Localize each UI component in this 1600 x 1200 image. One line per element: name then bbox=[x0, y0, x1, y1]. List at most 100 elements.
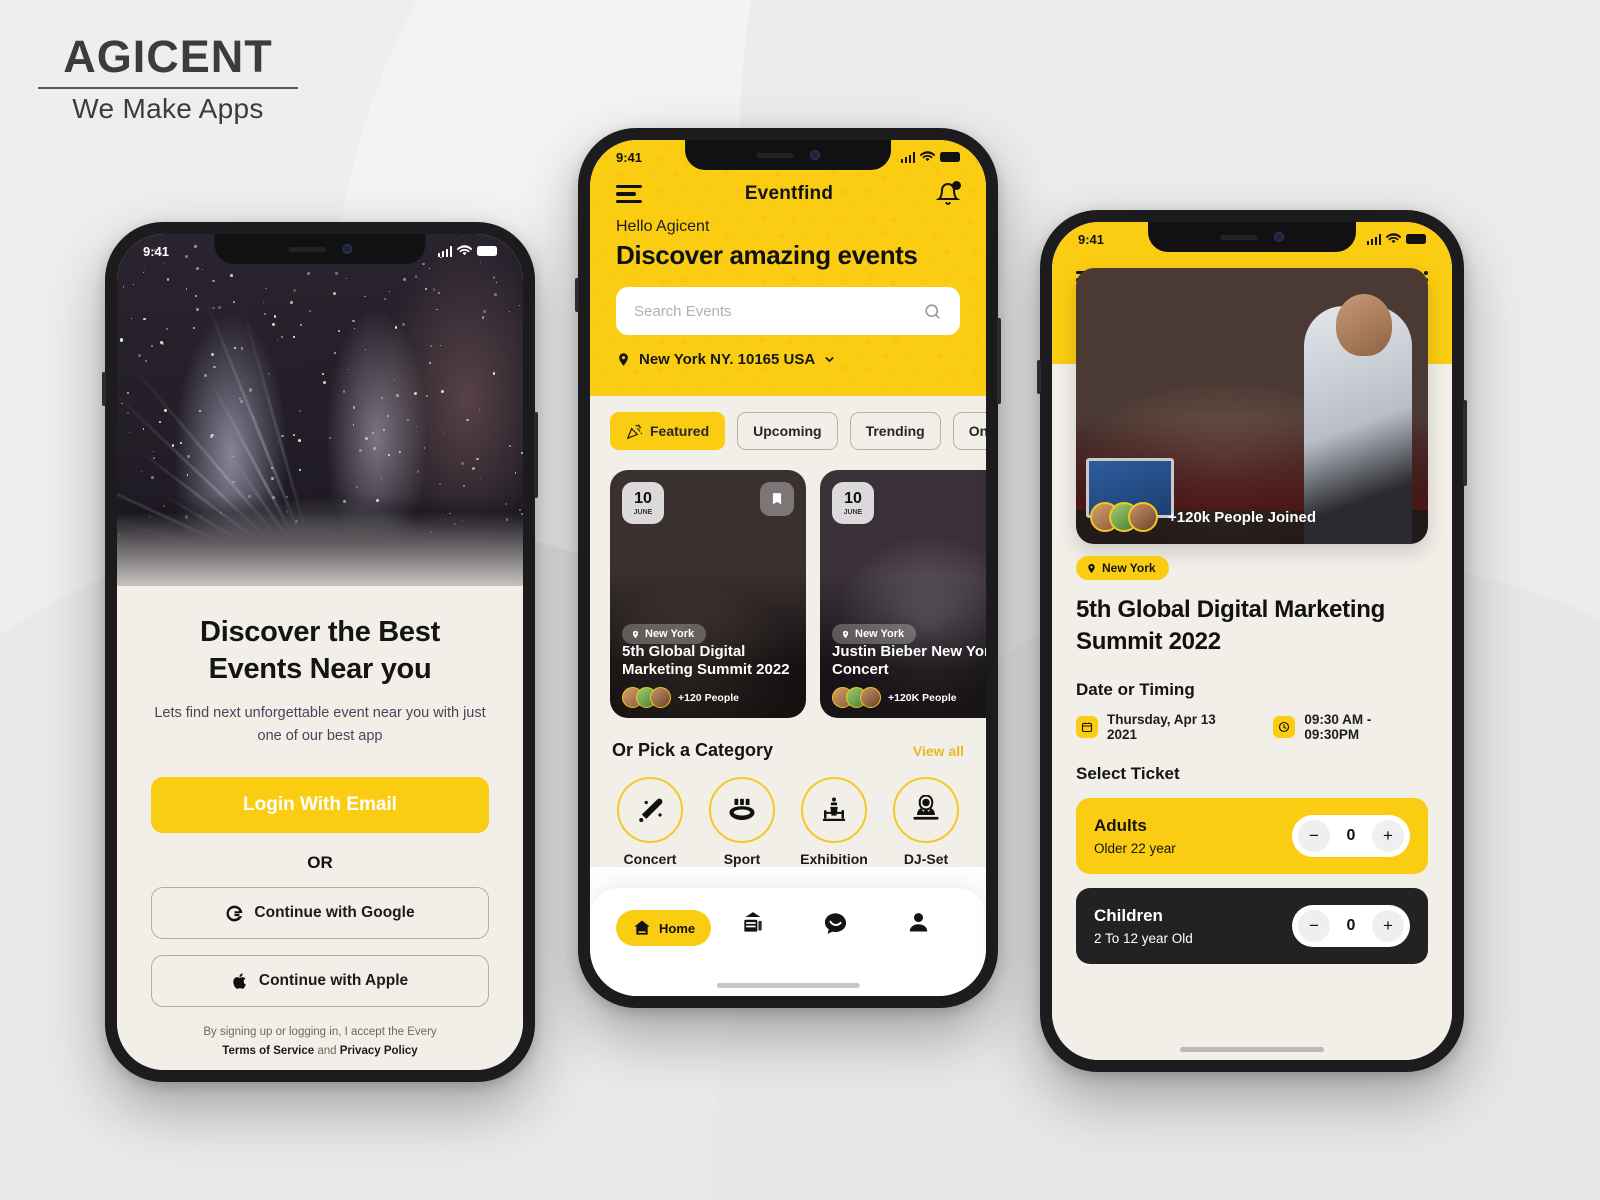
attendee-row: +120 People bbox=[622, 687, 739, 708]
location-label: New York NY. 10165 USA bbox=[639, 351, 815, 368]
category-row: Concert Sport Exhibition DJ-Set bbox=[590, 761, 986, 867]
ticket-row-adults[interactable]: Adults Older 22 year − 0 + bbox=[1076, 798, 1428, 874]
microphone-icon bbox=[635, 795, 665, 825]
date-month: JUNE bbox=[844, 509, 863, 516]
location-selector[interactable]: New York NY. 10165 USA bbox=[616, 351, 960, 368]
logo-tagline: We Make Apps bbox=[38, 93, 298, 125]
ticket-desc: Older 22 year bbox=[1094, 841, 1176, 856]
battery-icon bbox=[940, 152, 960, 162]
logo-wordmark: AGICENT bbox=[38, 34, 298, 85]
status-indicators bbox=[1367, 233, 1427, 245]
map-pin-icon bbox=[1086, 562, 1097, 575]
privacy-policy-link[interactable]: Privacy Policy bbox=[340, 1045, 418, 1057]
category-ring bbox=[893, 777, 959, 843]
chip-featured[interactable]: Featured bbox=[610, 412, 725, 450]
category-label: Sport bbox=[704, 851, 780, 867]
phone-mockup-home: 9:41 Eventfind Hello Agicent Discover am… bbox=[578, 128, 998, 1008]
speaker-head bbox=[1336, 294, 1392, 356]
speaker-icon bbox=[288, 247, 326, 252]
event-date: Thursday, Apr 13 2021 bbox=[1076, 712, 1247, 742]
decrement-button[interactable]: − bbox=[1298, 910, 1330, 942]
map-pin-icon bbox=[841, 629, 850, 640]
google-icon bbox=[225, 904, 244, 923]
party-popper-icon bbox=[626, 423, 643, 440]
category-sport[interactable]: Sport bbox=[704, 777, 780, 867]
search-box[interactable] bbox=[616, 287, 960, 335]
increment-button[interactable]: + bbox=[1372, 820, 1404, 852]
map-pin-icon bbox=[631, 629, 640, 640]
continue-with-google-button[interactable]: Continue with Google bbox=[151, 887, 489, 939]
event-card[interactable]: 10 JUNE New York Justin Bieber New York … bbox=[820, 470, 986, 718]
search-input[interactable] bbox=[634, 303, 923, 320]
date-badge: 10 JUNE bbox=[832, 482, 874, 524]
login-with-email-button[interactable]: Login With Email bbox=[151, 777, 489, 833]
category-heading: Or Pick a Category bbox=[612, 740, 773, 761]
category-concert[interactable]: Concert bbox=[612, 777, 688, 867]
date-section-heading: Date or Timing bbox=[1076, 680, 1428, 700]
view-all-link[interactable]: View all bbox=[913, 743, 964, 759]
date-month: JUNE bbox=[634, 509, 653, 516]
bell-icon[interactable] bbox=[936, 182, 960, 206]
tab-tickets[interactable] bbox=[711, 910, 794, 936]
category-label: Exhibition bbox=[796, 851, 872, 867]
chip-online-events[interactable]: Online E bbox=[953, 412, 986, 450]
quantity-stepper-adults[interactable]: − 0 + bbox=[1292, 815, 1410, 857]
chip-upcoming[interactable]: Upcoming bbox=[737, 412, 837, 450]
category-dj-set[interactable]: DJ-Set bbox=[888, 777, 964, 867]
legal-text: By signing up or logging in, I accept th… bbox=[151, 1023, 489, 1060]
category-label: Concert bbox=[612, 851, 688, 867]
event-time-label: 09:30 AM - 09:30PM bbox=[1304, 712, 1428, 742]
device-notch bbox=[1148, 222, 1356, 252]
status-time: 9:41 bbox=[616, 150, 642, 165]
signal-icon bbox=[1367, 234, 1382, 245]
status-indicators bbox=[901, 151, 961, 163]
chevron-down-icon bbox=[823, 353, 836, 366]
screen-concert-details: 9:41 Concert Details bbox=[1052, 222, 1452, 1060]
chip-label: Trending bbox=[866, 423, 925, 439]
filter-chip-row: Featured Upcoming Trending Online E bbox=[590, 412, 986, 450]
ticket-info: Adults Older 22 year bbox=[1094, 816, 1176, 856]
chip-label: Featured bbox=[650, 423, 709, 439]
signal-icon bbox=[901, 152, 916, 163]
signal-icon bbox=[438, 246, 453, 257]
attendee-count: +120K People bbox=[888, 692, 957, 704]
tab-chat[interactable] bbox=[794, 910, 877, 937]
date-day: 10 bbox=[634, 491, 652, 507]
screen-home: 9:41 Eventfind Hello Agicent Discover am… bbox=[590, 140, 986, 996]
tab-profile[interactable] bbox=[877, 910, 960, 935]
chip-trending[interactable]: Trending bbox=[850, 412, 941, 450]
details-scroll-content: New York 5th Global Digital Marketing Su… bbox=[1076, 556, 1428, 1060]
quantity-stepper-children[interactable]: − 0 + bbox=[1292, 905, 1410, 947]
category-ring bbox=[617, 777, 683, 843]
decrement-button[interactable]: − bbox=[1298, 820, 1330, 852]
bottom-tab-bar: Home bbox=[590, 888, 986, 996]
logo-divider bbox=[38, 87, 298, 89]
terms-of-service-link[interactable]: Terms of Service bbox=[222, 1045, 314, 1057]
battery-icon bbox=[477, 246, 497, 256]
status-time: 9:41 bbox=[1078, 232, 1104, 247]
front-camera-icon bbox=[1274, 232, 1284, 242]
event-card[interactable]: 10 JUNE New York 5th Global Digital Mark… bbox=[610, 470, 806, 718]
search-icon[interactable] bbox=[923, 302, 942, 321]
chat-icon bbox=[822, 910, 849, 937]
ticket-section-heading: Select Ticket bbox=[1076, 764, 1428, 784]
agicent-logo: AGICENT We Make Apps bbox=[38, 34, 298, 125]
home-content: Featured Upcoming Trending Online E 10 J… bbox=[590, 396, 986, 867]
increment-button[interactable]: + bbox=[1372, 910, 1404, 942]
bookmark-icon[interactable] bbox=[760, 482, 794, 516]
date-badge: 10 JUNE bbox=[622, 482, 664, 524]
continue-with-apple-button[interactable]: Continue with Apple bbox=[151, 955, 489, 1007]
joined-row: +120k People Joined bbox=[1090, 502, 1316, 532]
divider-or: OR bbox=[151, 853, 489, 873]
event-card-title: 5th Global Digital Marketing Summit 2022 bbox=[622, 643, 796, 680]
page-subtitle: Lets find next unforgettable event near … bbox=[151, 702, 489, 747]
ticket-info: Children 2 To 12 year Old bbox=[1094, 906, 1193, 946]
tab-home[interactable]: Home bbox=[616, 910, 711, 946]
hamburger-icon[interactable] bbox=[616, 185, 642, 204]
category-exhibition[interactable]: Exhibition bbox=[796, 777, 872, 867]
chip-label: Online E bbox=[969, 423, 986, 439]
tickets-icon bbox=[740, 910, 766, 936]
category-header: Or Pick a Category View all bbox=[590, 718, 986, 761]
ticket-row-children[interactable]: Children 2 To 12 year Old − 0 + bbox=[1076, 888, 1428, 964]
wifi-icon bbox=[920, 151, 935, 163]
